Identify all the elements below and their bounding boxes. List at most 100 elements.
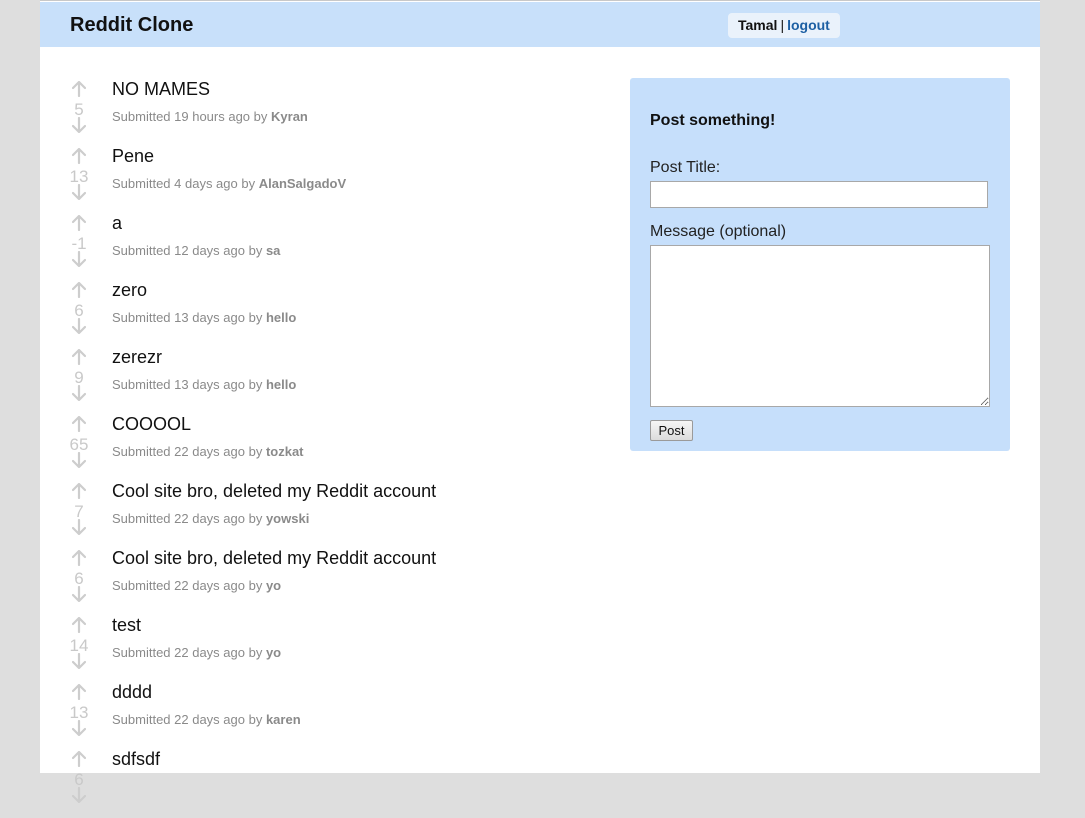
down-arrow-icon[interactable] xyxy=(62,652,96,674)
site-title[interactable]: Reddit Clone xyxy=(70,14,193,37)
post-author[interactable]: yowski xyxy=(266,511,309,526)
up-arrow-icon[interactable] xyxy=(62,415,96,437)
down-arrow-icon[interactable] xyxy=(62,183,96,205)
post-meta-text: Submitted 12 days ago by xyxy=(112,243,263,258)
vote-column: 14 xyxy=(62,616,96,674)
post-form-heading: Post something! xyxy=(650,112,776,129)
down-arrow-icon[interactable] xyxy=(62,116,96,138)
post-title[interactable]: Cool site bro, deleted my Reddit account xyxy=(112,548,436,569)
post-title[interactable]: zero xyxy=(112,280,147,301)
post-meta: Submitted 22 days ago by tozkat xyxy=(112,444,304,459)
vote-column: 9 xyxy=(62,348,96,406)
post-title[interactable]: a xyxy=(112,213,122,234)
vote-column: 65 xyxy=(62,415,96,473)
post-item: 7 Cool site bro, deleted my Reddit accou… xyxy=(40,481,620,550)
post-author[interactable]: yo xyxy=(266,645,281,660)
post-score: 6 xyxy=(74,301,84,320)
post-item: 13 dddd Submitted 22 days ago by karen xyxy=(40,682,620,751)
up-arrow-icon[interactable] xyxy=(62,683,96,705)
post-meta-text: Submitted 19 hours ago by xyxy=(112,109,268,124)
post-title[interactable]: test xyxy=(112,615,141,636)
post-author[interactable]: tozkat xyxy=(266,444,304,459)
post-item: 5 NO MAMES Submitted 19 hours ago by Kyr… xyxy=(40,79,620,148)
post-title-input[interactable] xyxy=(650,181,988,208)
down-arrow-icon[interactable] xyxy=(62,384,96,406)
logout-link[interactable]: logout xyxy=(787,17,830,33)
post-title[interactable]: Cool site bro, deleted my Reddit account xyxy=(112,481,436,502)
post-item: 6 zero Submitted 13 days ago by hello xyxy=(40,280,620,349)
post-item: -1 a Submitted 12 days ago by sa xyxy=(40,213,620,282)
down-arrow-icon[interactable] xyxy=(62,518,96,540)
up-arrow-icon[interactable] xyxy=(62,549,96,571)
post-title[interactable]: sdfsdf xyxy=(112,749,160,770)
post-score: 7 xyxy=(74,502,84,521)
header-bar: Reddit Clone Tamal | logout xyxy=(40,2,1040,47)
vote-column: 6 xyxy=(62,549,96,607)
post-author[interactable]: hello xyxy=(266,377,296,392)
down-arrow-icon[interactable] xyxy=(62,451,96,473)
up-arrow-icon[interactable] xyxy=(62,348,96,370)
post-meta: Submitted 13 days ago by hello xyxy=(112,377,296,392)
post-meta-text: Submitted 22 days ago by xyxy=(112,645,263,660)
page-container: Reddit Clone Tamal | logout 5 NO MAMES Sub… xyxy=(40,0,1040,804)
post-button[interactable]: Post xyxy=(650,420,693,441)
post-title[interactable]: NO MAMES xyxy=(112,79,210,100)
down-arrow-icon[interactable] xyxy=(62,585,96,607)
post-meta-text: Submitted 4 days ago by xyxy=(112,176,256,191)
post-author[interactable]: Kyran xyxy=(271,109,308,124)
post-meta: Submitted 22 days ago by yo xyxy=(112,645,281,660)
post-meta-text: Submitted 13 days ago by xyxy=(112,377,263,392)
up-arrow-icon[interactable] xyxy=(62,482,96,504)
down-arrow-icon[interactable] xyxy=(62,719,96,741)
vote-column: 6 xyxy=(62,750,96,808)
post-meta-text: Submitted 22 days ago by xyxy=(112,712,263,727)
up-arrow-icon[interactable] xyxy=(62,750,96,772)
post-title[interactable]: dddd xyxy=(112,682,152,703)
post-author[interactable]: karen xyxy=(266,712,301,727)
up-arrow-icon[interactable] xyxy=(62,214,96,236)
post-score: 13 xyxy=(69,703,89,722)
post-item: 6 sdfsdf xyxy=(40,749,620,818)
up-arrow-icon[interactable] xyxy=(62,80,96,102)
username[interactable]: Tamal xyxy=(738,17,777,33)
post-meta: Submitted 19 hours ago by Kyran xyxy=(112,109,308,124)
up-arrow-icon[interactable] xyxy=(62,281,96,303)
post-meta: Submitted 22 days ago by yowski xyxy=(112,511,309,526)
post-author[interactable]: yo xyxy=(266,578,281,593)
vote-column: 7 xyxy=(62,482,96,540)
up-arrow-icon[interactable] xyxy=(62,147,96,169)
post-item: 6 Cool site bro, deleted my Reddit accou… xyxy=(40,548,620,617)
post-title[interactable]: COOOOL xyxy=(112,414,191,435)
post-score: 6 xyxy=(74,770,84,789)
post-score: 14 xyxy=(69,636,89,655)
vote-column: 5 xyxy=(62,80,96,138)
post-title[interactable]: Pene xyxy=(112,146,154,167)
user-separator: | xyxy=(780,17,785,33)
post-item: 14 test Submitted 22 days ago by yo xyxy=(40,615,620,684)
down-arrow-icon[interactable] xyxy=(62,250,96,272)
post-author[interactable]: hello xyxy=(266,310,296,325)
post-meta-text: Submitted 22 days ago by xyxy=(112,444,263,459)
post-author[interactable]: sa xyxy=(266,243,280,258)
up-arrow-icon[interactable] xyxy=(62,616,96,638)
post-score: -1 xyxy=(71,234,87,253)
post-score: 6 xyxy=(74,569,84,588)
down-arrow-icon[interactable] xyxy=(62,317,96,339)
post-meta: Submitted 22 days ago by yo xyxy=(112,578,281,593)
post-form-panel: Post something! Post Title: Message (opt… xyxy=(630,78,1010,451)
post-meta: Submitted 4 days ago by AlanSalgadoV xyxy=(112,176,346,191)
message-label: Message (optional) xyxy=(650,223,787,240)
down-arrow-icon[interactable] xyxy=(62,786,96,808)
post-title[interactable]: zerezr xyxy=(112,347,162,368)
post-item: 65 COOOOL Submitted 22 days ago by tozka… xyxy=(40,414,620,483)
vote-column: 6 xyxy=(62,281,96,339)
vote-column: 13 xyxy=(62,147,96,205)
vote-column: 13 xyxy=(62,683,96,741)
post-meta-text: Submitted 22 days ago by xyxy=(112,578,263,593)
message-textarea[interactable] xyxy=(650,245,990,407)
post-score: 5 xyxy=(74,100,84,119)
post-meta-text: Submitted 22 days ago by xyxy=(112,511,263,526)
post-meta: Submitted 13 days ago by hello xyxy=(112,310,296,325)
post-author[interactable]: AlanSalgadoV xyxy=(259,176,346,191)
post-title-label: Post Title: xyxy=(650,159,721,176)
